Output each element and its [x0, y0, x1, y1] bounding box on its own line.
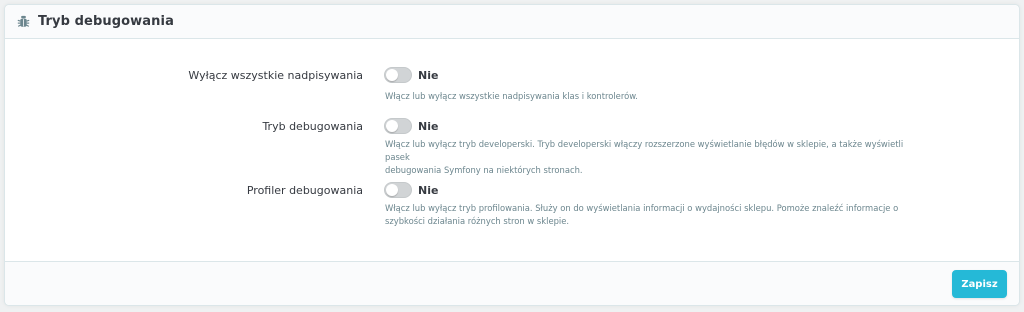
debug-mode-toggle[interactable] — [384, 118, 412, 134]
toggle-knob — [386, 184, 398, 196]
toggle-knob — [386, 69, 398, 81]
toggle-value-label: Nie — [418, 120, 439, 133]
disable-overrides-toggle[interactable] — [384, 67, 412, 83]
setting-help-text: Włącz lub wyłącz tryb developerski. Tryb… — [385, 139, 904, 175]
toggle-value-label: Nie — [418, 184, 439, 197]
panel-header: Tryb debugowania — [5, 5, 1019, 39]
debug-mode-panel: Tryb debugowania Wyłącz wszystkie nadpis… — [4, 4, 1020, 306]
setting-label: Tryb debugowania — [262, 120, 363, 133]
bug-icon — [17, 15, 30, 27]
save-button[interactable]: Zapisz — [952, 270, 1007, 298]
panel-title: Tryb debugowania — [38, 14, 174, 29]
setting-help-text: Włącz lub wyłącz tryb profilowania. Służ… — [385, 203, 899, 226]
debug-profiler-toggle[interactable] — [384, 182, 412, 198]
toggle-knob — [386, 120, 398, 132]
toggle-value-label: Nie — [418, 69, 439, 82]
panel-footer: Zapisz — [5, 261, 1019, 305]
setting-label: Profiler debugowania — [246, 184, 363, 197]
setting-label: Wyłącz wszystkie nadpisywania — [188, 69, 363, 82]
setting-help-text: Włącz lub wyłącz wszystkie nadpisywania … — [385, 91, 638, 101]
